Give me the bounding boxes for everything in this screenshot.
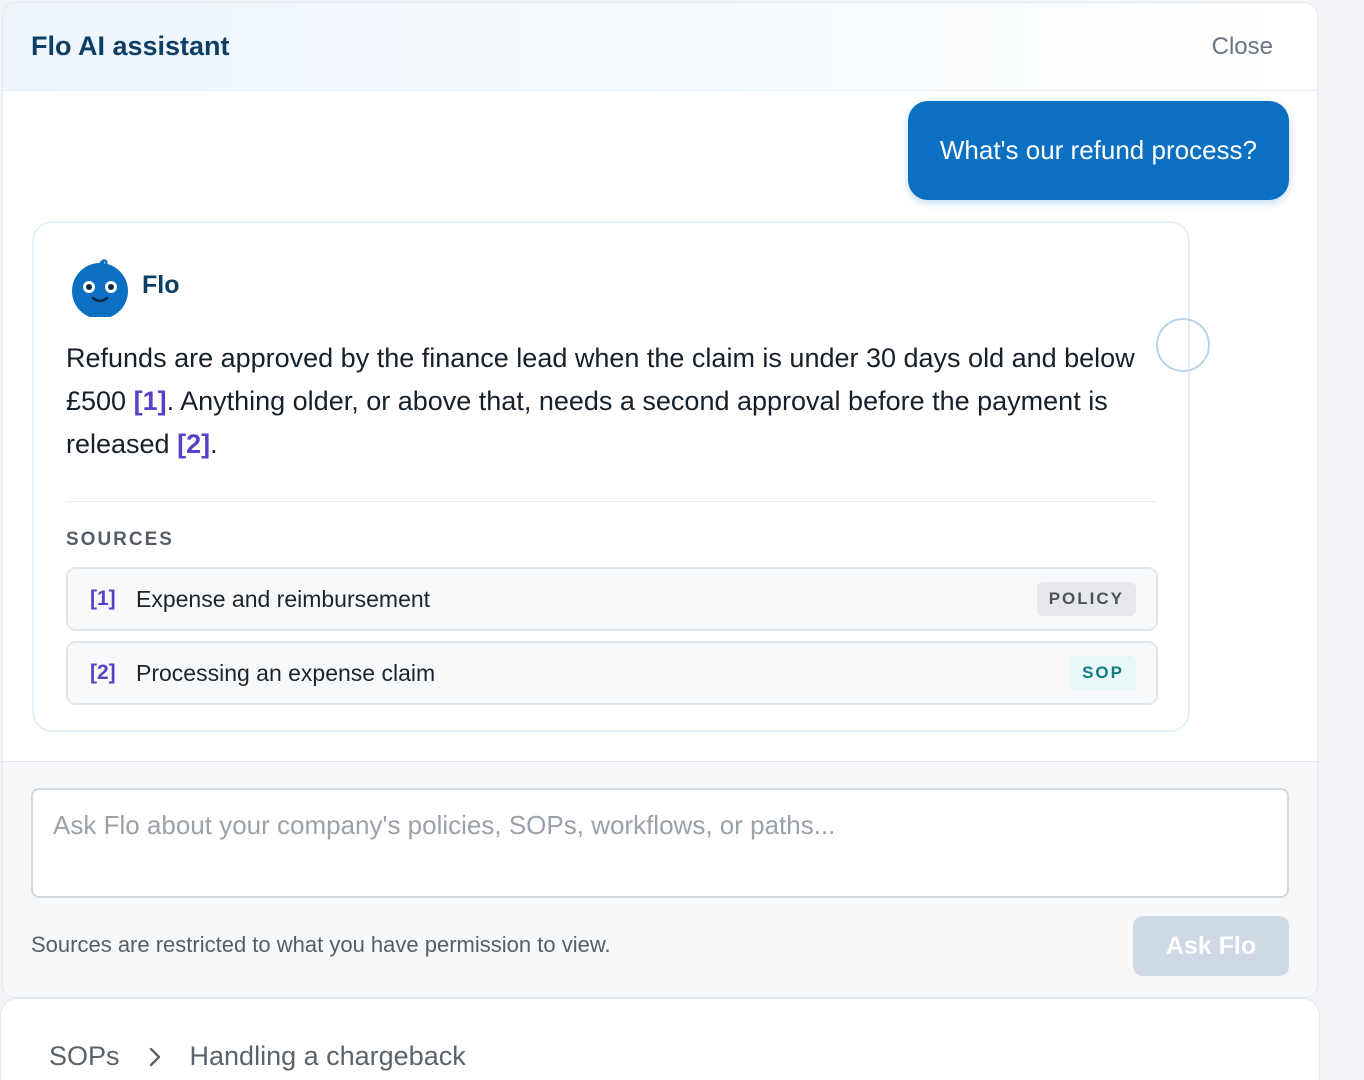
answer-card: Flo Refunds are approved by the finance … xyxy=(32,221,1190,732)
bot-identity: Flo xyxy=(70,253,180,319)
answer-text-part: . Anything older, or above that, needs a… xyxy=(66,386,1108,459)
ask-input[interactable] xyxy=(31,788,1289,898)
source-type-badge: SOP xyxy=(1070,656,1136,690)
permission-hint: Sources are restricted to what you have … xyxy=(31,932,611,957)
bot-name: Flo xyxy=(142,270,180,299)
sources-heading: SOURCES xyxy=(66,529,174,550)
composer: Sources are restricted to what you have … xyxy=(3,761,1317,997)
chevron-right-icon xyxy=(148,1046,162,1068)
page-content: SOPs Handling a chargeback xyxy=(0,998,1320,1080)
breadcrumb: SOPs Handling a chargeback xyxy=(49,1041,466,1072)
divider xyxy=(66,501,1156,502)
source-number: [2] xyxy=(90,661,116,684)
source-type-badge: POLICY xyxy=(1036,582,1136,616)
source-title: Processing an expense claim xyxy=(136,659,436,686)
source-item[interactable]: [1] Expense and reimbursement POLICY xyxy=(66,567,1158,631)
source-title: Expense and reimbursement xyxy=(136,585,431,612)
close-button[interactable]: Close xyxy=(1212,33,1273,61)
user-message-bubble: What's our refund process? xyxy=(907,101,1289,200)
source-number: [1] xyxy=(90,587,116,610)
citation-link-1[interactable]: [1] xyxy=(134,386,167,416)
breadcrumb-item-current: Handling a chargeback xyxy=(189,1041,466,1071)
answer-text: Refunds are approved by the finance lead… xyxy=(66,337,1146,466)
assistant-panel: Flo AI assistant Close What's our refund… xyxy=(2,2,1318,998)
source-item[interactable]: [2] Processing an expense claim SOP xyxy=(66,641,1158,705)
citation-link-2[interactable]: [2] xyxy=(177,429,210,459)
assistant-header: Flo AI assistant Close xyxy=(3,3,1317,91)
assistant-title: Flo AI assistant xyxy=(31,31,230,61)
loading-ring-icon xyxy=(1156,318,1210,372)
flo-avatar-icon xyxy=(70,253,130,319)
answer-text-part: . xyxy=(210,429,218,459)
breadcrumb-item-sops[interactable]: SOPs xyxy=(49,1041,120,1072)
ask-flo-button[interactable]: Ask Flo xyxy=(1133,916,1289,976)
